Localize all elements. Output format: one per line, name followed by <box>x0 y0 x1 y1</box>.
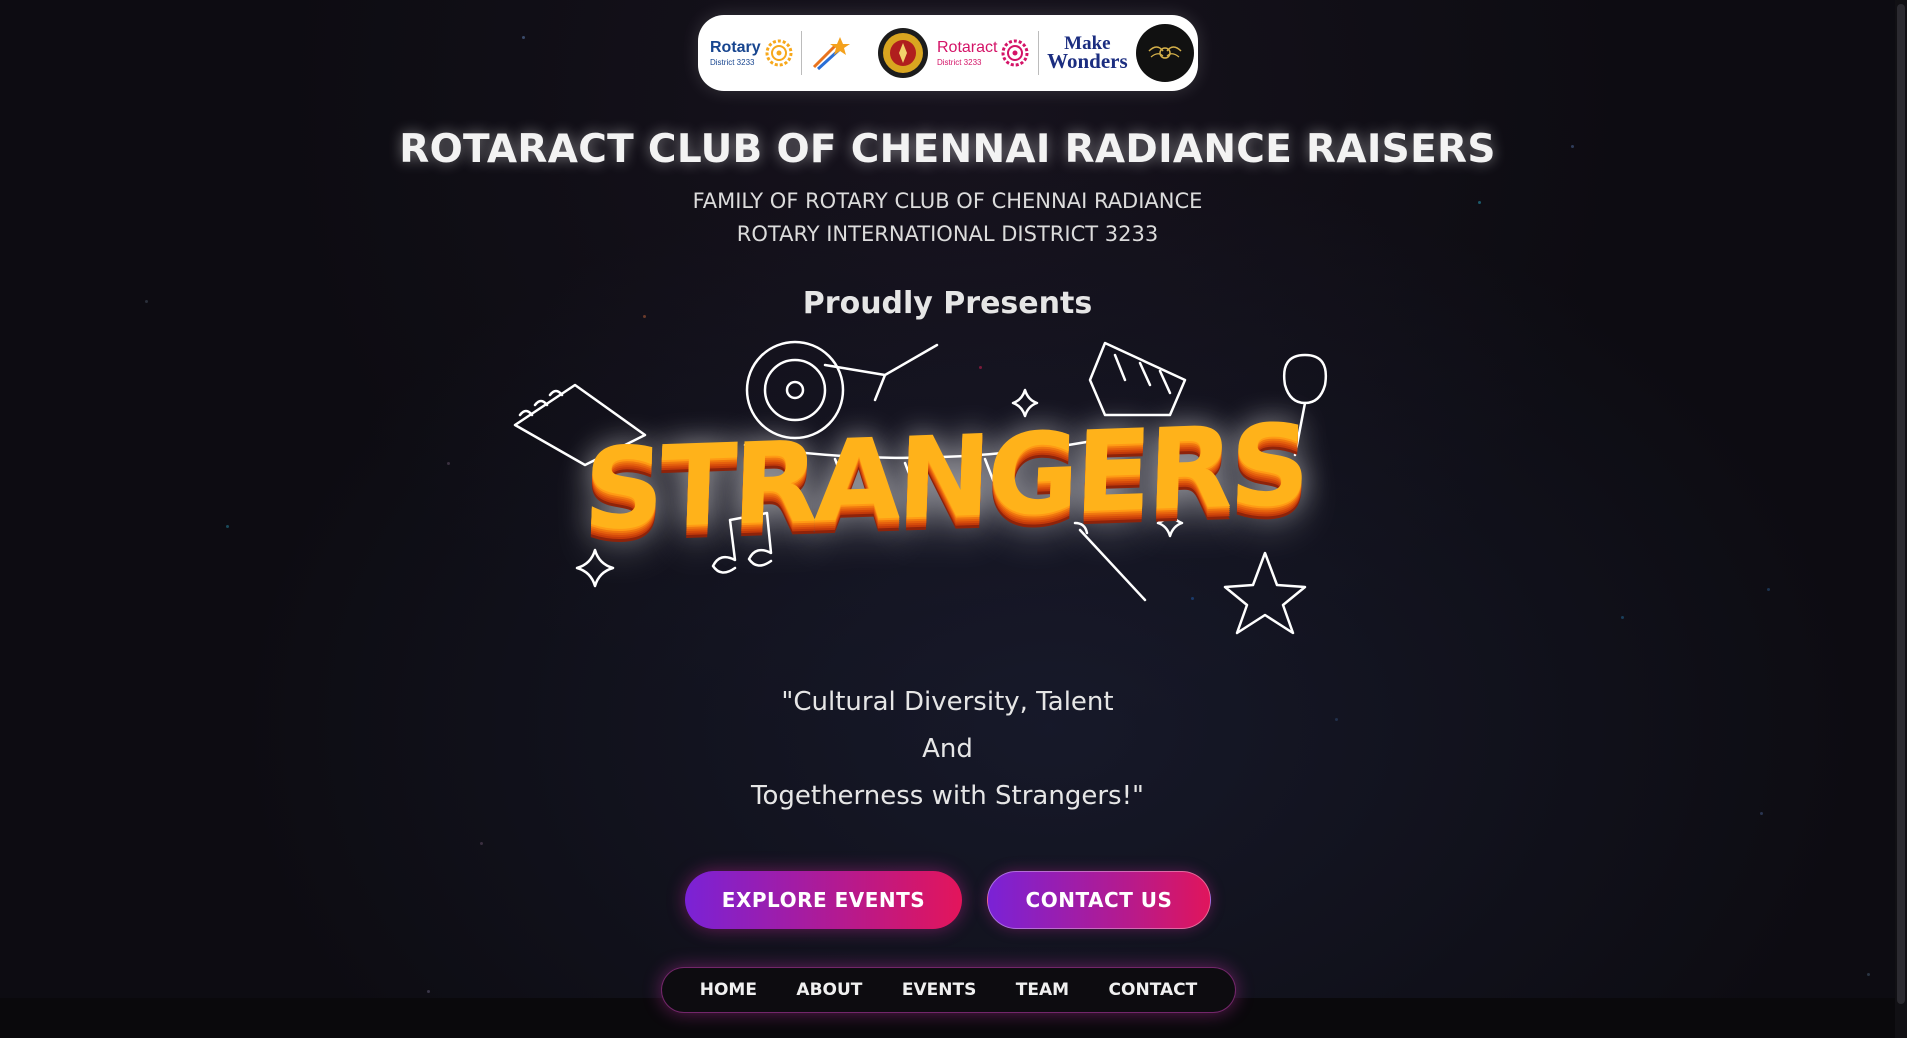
nav-item-contact[interactable]: CONTACT <box>1109 980 1198 1000</box>
club-round-logo <box>1135 24 1194 82</box>
nav-item-home[interactable]: HOME <box>700 980 757 1000</box>
page-scrollbar[interactable] <box>1895 0 1907 1038</box>
tagline-line-1: "Cultural Diversity, Talent <box>781 687 1114 717</box>
nav-item-about[interactable]: ABOUT <box>796 980 862 1000</box>
make-wonders-logo: Make Wonders <box>1047 33 1128 74</box>
scrollbar-thumb[interactable] <box>1897 4 1905 1004</box>
family-line: FAMILY OF ROTARY CLUB OF CHENNAI RADIANC… <box>692 189 1203 213</box>
logo-divider <box>801 31 803 75</box>
nav-item-team[interactable]: TEAM <box>1016 980 1069 1000</box>
wings-emblem-icon <box>1148 46 1182 59</box>
rotary-logo: Rotary District 3233 <box>710 39 793 67</box>
district-line: ROTARY INTERNATIONAL DISTRICT 3233 <box>736 222 1159 246</box>
star-icon <box>1223 551 1307 635</box>
landing-page: Rotary District 3233 Rotaract District 3… <box>0 0 1907 1038</box>
event-hero-logo: STRANGERS <box>505 335 1385 635</box>
emblem-badge-icon <box>877 28 928 78</box>
tagline-line-3: Togetherness with Strangers!" <box>751 781 1144 811</box>
bottom-nav: HOME ABOUT EVENTS TEAM CONTACT <box>661 967 1236 1013</box>
rotaract-wheel-icon <box>1001 39 1029 67</box>
magic-of-rotary-logo <box>810 33 868 73</box>
contact-us-button[interactable]: CONTACT US <box>987 871 1211 929</box>
rotary-wheel-icon <box>765 39 793 67</box>
shooting-star-icon <box>813 37 851 71</box>
microphone-icon <box>1282 353 1328 405</box>
club-title: ROTARACT CLUB OF CHENNAI RADIANCE RAISER… <box>399 127 1496 172</box>
sponsor-logo-bar: Rotary District 3233 Rotaract District 3… <box>698 15 1198 91</box>
district-emblem-logo <box>877 27 929 79</box>
nav-item-events[interactable]: EVENTS <box>902 980 976 1000</box>
presents-heading: Proudly Presents <box>802 286 1093 321</box>
explore-events-button[interactable]: EXPLORE EVENTS <box>685 871 962 929</box>
tagline-line-2: And <box>922 734 973 764</box>
rotaract-logo: Rotaract District 3233 <box>937 39 1029 67</box>
logo-divider <box>1037 31 1039 75</box>
